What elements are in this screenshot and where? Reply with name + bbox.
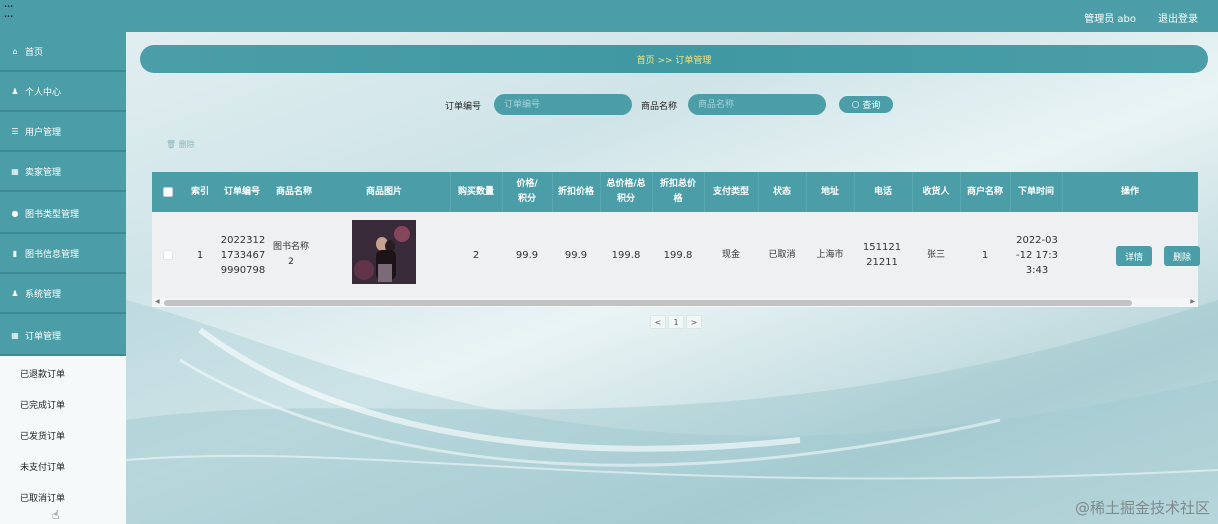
cell-price: 99.9	[515, 249, 539, 261]
delete-button[interactable]: 删除	[1164, 246, 1200, 266]
header-order-no: 订单编号	[223, 186, 260, 197]
trash-icon: 🗑	[166, 140, 177, 149]
header-receiver: 收货人	[922, 186, 950, 197]
product-name-label: 商品名称	[641, 102, 678, 112]
horizontal-scrollbar[interactable]: ◀ ▶	[152, 298, 1198, 307]
scroll-left-icon[interactable]: ◀	[155, 298, 160, 305]
user-icon: ♟	[11, 288, 19, 298]
sidebar-item-label: 系统管理	[25, 289, 62, 300]
home-icon: ⌂	[12, 46, 18, 56]
header-discount-price: 折扣价格	[557, 186, 594, 197]
pin-icon: ●	[11, 208, 19, 218]
search-button[interactable]: ○ 查询	[837, 94, 895, 115]
sidebar: ⌂ 首页 ♟ 个人中心 ☰ 用户管理 ▦ 卖家管理 ● 图书类型管理 ▮ 图书信…	[0, 32, 126, 524]
bar-chart-icon: ▮	[12, 248, 18, 258]
sidebar-item-label: 用户管理	[25, 127, 62, 138]
orders-submenu: 已退款订单 已完成订单 已发货订单 未支付订单 已取消订单	[0, 356, 126, 524]
order-no-input[interactable]	[494, 94, 632, 115]
batch-delete-label: 删除	[178, 140, 195, 149]
cell-receiver: 张三	[926, 249, 945, 260]
search-icon: ○	[851, 99, 860, 110]
sidebar-item-label: 卖家管理	[25, 167, 62, 178]
sidebar-item-book-info[interactable]: ▮ 图书信息管理	[0, 234, 126, 274]
scroll-thumb[interactable]	[164, 300, 1132, 306]
order-no-label: 订单编号	[445, 102, 482, 112]
breadcrumb: 首页 >> 订单管理	[140, 45, 1208, 73]
header-discount-total: 折扣总价格	[659, 179, 696, 204]
header-price: 价格/积分	[516, 179, 538, 204]
row-checkbox[interactable]	[163, 250, 173, 260]
cell-merchant: 1	[981, 249, 989, 261]
search-button-label: 查询	[862, 101, 881, 111]
cell-index: 1	[196, 249, 204, 261]
submenu-refunded-orders[interactable]: 已退款订单	[0, 358, 126, 388]
prev-page-button[interactable]: <	[650, 315, 666, 329]
detail-button[interactable]: 详情	[1116, 246, 1152, 266]
header-total: 总价格/总积分	[606, 179, 646, 204]
header-qty: 购买数量	[457, 186, 494, 197]
header-product: 商品名称	[275, 186, 312, 197]
top-meta: ... ...	[4, 0, 13, 20]
sidebar-item-label: 订单管理	[25, 331, 62, 342]
list-icon: ☰	[11, 126, 19, 136]
submenu-completed-orders[interactable]: 已完成订单	[0, 389, 126, 419]
scroll-right-icon[interactable]: ▶	[1190, 298, 1195, 305]
submenu-unpaid-orders[interactable]: 未支付订单	[0, 451, 126, 481]
cell-order-time: 2022-03-12 17:33:43	[1016, 234, 1058, 276]
header-pay-type: 支付类型	[712, 186, 749, 197]
top-meta-line1: ...	[4, 0, 14, 9]
cell-phone: 15112121211	[862, 242, 902, 268]
header-index: 索引	[190, 186, 209, 197]
watermark: @稀土掘金技术社区	[1074, 499, 1210, 517]
top-bar: ... ... 管理员 abo 退出登录	[0, 0, 1218, 32]
header-merchant: 商户名称	[966, 186, 1003, 197]
sidebar-item-home[interactable]: ⌂ 首页	[0, 32, 126, 72]
user-icon: ♟	[11, 86, 19, 96]
cell-qty: 2	[472, 249, 480, 261]
header-status: 状态	[772, 186, 791, 197]
page-number[interactable]: 1	[668, 315, 684, 329]
grid-icon: ▦	[11, 166, 19, 176]
header-address: 地址	[820, 186, 839, 197]
cell-discount-price: 99.9	[564, 249, 588, 261]
header-image: 商品图片	[365, 186, 402, 197]
row-select-cell	[158, 212, 178, 298]
sidebar-item-sellers[interactable]: ▦ 卖家管理	[0, 152, 126, 192]
cell-total: 199.8	[611, 249, 641, 261]
product-name-input[interactable]	[688, 94, 826, 115]
hand-cursor-icon: ☝	[52, 508, 60, 522]
logout-link[interactable]: 退出登录	[1158, 10, 1198, 25]
sidebar-item-label: 图书信息管理	[25, 249, 80, 260]
submenu-shipped-orders[interactable]: 已发货订单	[0, 420, 126, 450]
cell-discount-total: 199.8	[663, 249, 693, 261]
grid-icon: ▦	[11, 330, 19, 340]
cell-address: 上海市	[816, 249, 844, 260]
top-meta-line2: ...	[4, 10, 14, 19]
sidebar-item-label: 首页	[25, 47, 44, 58]
header-phone: 电话	[873, 186, 892, 197]
select-all-checkbox[interactable]	[163, 187, 173, 197]
cell-product: 图书名称2	[272, 242, 309, 267]
sidebar-item-label: 个人中心	[25, 87, 62, 98]
batch-delete-button[interactable]: 🗑 删除	[166, 139, 195, 150]
select-all-cell	[158, 172, 178, 212]
header-actions: 操作	[1120, 186, 1139, 197]
next-page-button[interactable]: >	[686, 315, 702, 329]
sidebar-item-orders[interactable]: ▦ 订单管理	[0, 316, 126, 356]
orders-table: 索引 订单编号 商品名称 商品图片 购买数量 价格/积分 折扣价格 总价格/总积…	[152, 172, 1200, 308]
cell-order-no: 20223121733467 9990798	[220, 234, 266, 276]
sidebar-item-users[interactable]: ☰ 用户管理	[0, 112, 126, 152]
header-order-time: 下单时间	[1017, 186, 1054, 197]
submenu-cancelled-orders[interactable]: 已取消订单	[0, 482, 126, 512]
sidebar-item-profile[interactable]: ♟ 个人中心	[0, 72, 126, 112]
sidebar-item-label: 图书类型管理	[25, 209, 80, 220]
current-user: 管理员 abo	[1084, 14, 1136, 25]
sidebar-item-system[interactable]: ♟ 系统管理	[0, 274, 126, 314]
cell-pay-type: 现金	[721, 249, 740, 260]
cell-status: 已取消	[768, 249, 796, 260]
product-thumbnail	[352, 220, 416, 284]
sidebar-item-book-types[interactable]: ● 图书类型管理	[0, 194, 126, 234]
pagination: < 1 >	[650, 315, 702, 329]
